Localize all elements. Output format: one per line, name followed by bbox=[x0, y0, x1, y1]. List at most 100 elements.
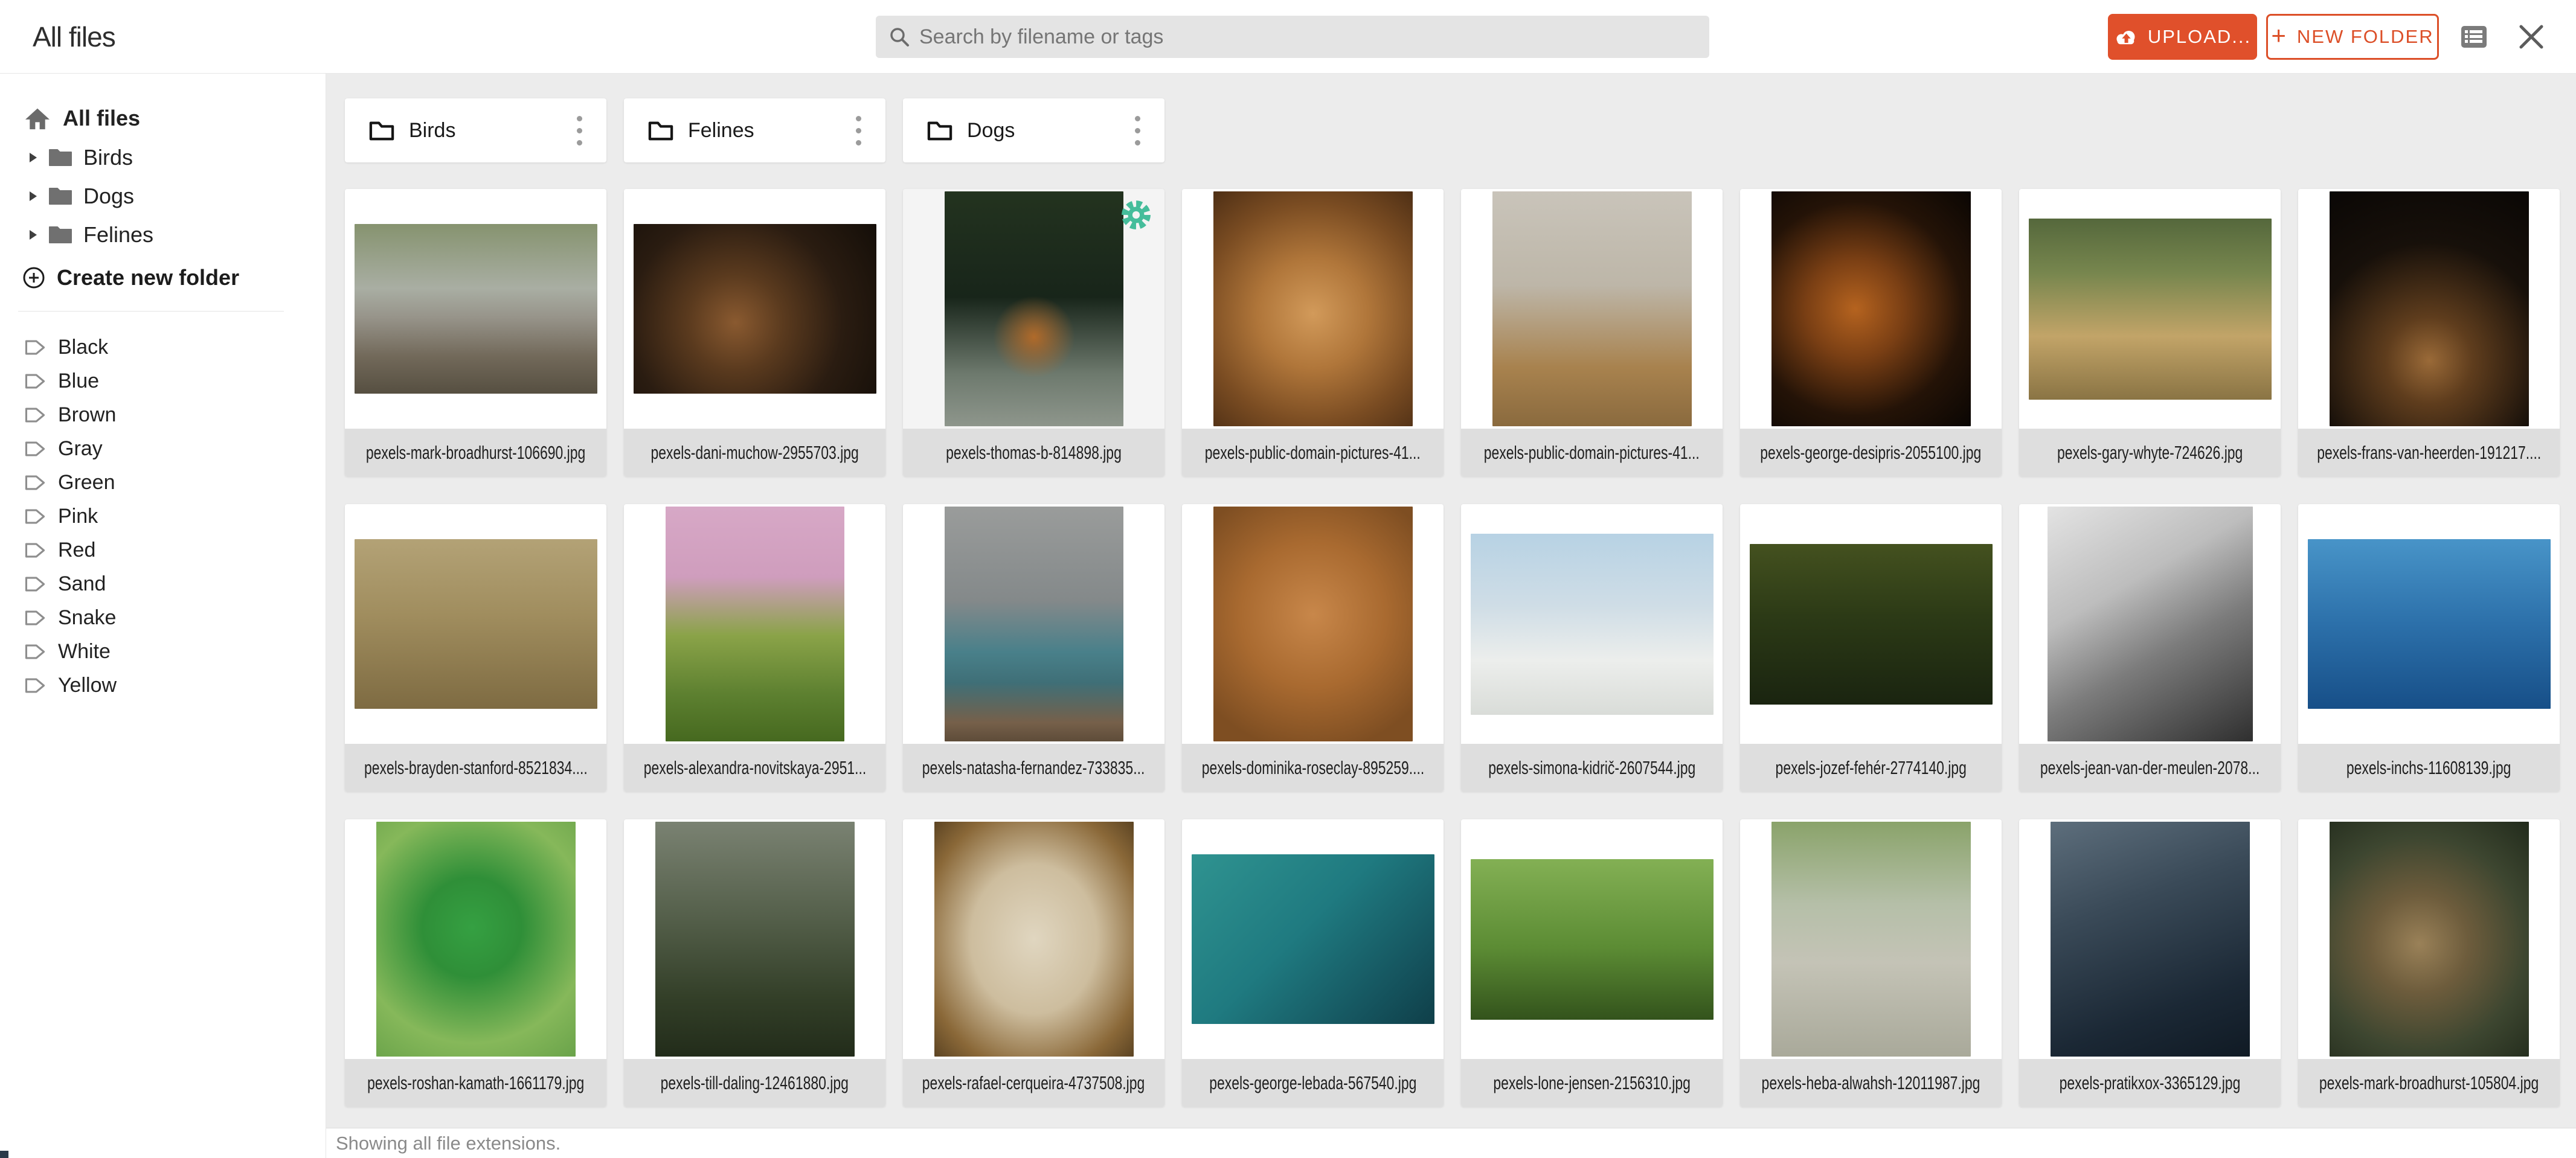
file-name: pexels-alexandra-novitskaya-2951... bbox=[624, 744, 885, 792]
file-card[interactable]: pexels-brayden-stanford-8521834.... bbox=[345, 504, 606, 792]
file-thumbnail bbox=[1740, 504, 2002, 744]
new-folder-button[interactable]: + NEW FOLDER bbox=[2266, 14, 2439, 60]
caret-right-icon[interactable] bbox=[29, 152, 37, 163]
kebab-menu-icon[interactable] bbox=[1129, 110, 1146, 152]
file-thumbnail bbox=[345, 819, 606, 1059]
plus-icon: + bbox=[2271, 23, 2287, 48]
file-name: pexels-frans-van-heerden-191217.... bbox=[2298, 429, 2560, 476]
file-name: pexels-mark-broadhurst-105804.jpg bbox=[2298, 1059, 2560, 1107]
tag-icon bbox=[24, 576, 46, 592]
tag-item-snake[interactable]: Snake bbox=[0, 601, 326, 635]
file-card[interactable]: pexels-till-daling-12461880.jpg bbox=[624, 819, 885, 1107]
file-card[interactable]: pexels-alexandra-novitskaya-2951... bbox=[624, 504, 885, 792]
tag-item-green[interactable]: Green bbox=[0, 465, 326, 499]
create-folder-label: Create new folder bbox=[57, 265, 239, 290]
tag-item-sand[interactable]: Sand bbox=[0, 567, 326, 601]
file-card-processing[interactable]: pexels-thomas-b-814898.jpg bbox=[903, 189, 1164, 476]
tag-item-yellow[interactable]: Yellow bbox=[0, 668, 326, 702]
caret-right-icon[interactable] bbox=[29, 191, 37, 202]
list-view-toggle-icon[interactable] bbox=[2459, 24, 2488, 50]
folder-card-name: Felines bbox=[688, 119, 850, 142]
file-name: pexels-lone-jensen-2156310.jpg bbox=[1461, 1059, 1723, 1107]
tag-label: Sand bbox=[58, 572, 106, 596]
file-name: pexels-jozef-fehér-2774140.jpg bbox=[1740, 744, 2002, 792]
file-card[interactable]: pexels-simona-kidrič-2607544.jpg bbox=[1461, 504, 1723, 792]
file-card[interactable]: pexels-mark-broadhurst-105804.jpg bbox=[2298, 819, 2560, 1107]
file-name: pexels-roshan-kamath-1661179.jpg bbox=[345, 1059, 606, 1107]
file-card[interactable]: pexels-dani-muchow-2955703.jpg bbox=[624, 189, 885, 476]
file-card[interactable]: pexels-public-domain-pictures-41... bbox=[1182, 189, 1444, 476]
search-input[interactable] bbox=[919, 25, 1697, 49]
sidebar-root-label: All files bbox=[63, 106, 140, 131]
file-name: pexels-gary-whyte-724626.jpg bbox=[2019, 429, 2281, 476]
file-name: pexels-george-desipris-2055100.jpg bbox=[1740, 429, 2002, 476]
tag-item-blue[interactable]: Blue bbox=[0, 364, 326, 398]
file-card[interactable]: pexels-dominika-roseclay-895259.... bbox=[1182, 504, 1444, 792]
files-grid: pexels-mark-broadhurst-106690.jpg pexels… bbox=[345, 189, 2576, 1107]
tag-icon bbox=[24, 677, 46, 694]
tag-item-red[interactable]: Red bbox=[0, 533, 326, 567]
create-new-folder-button[interactable]: Create new folder bbox=[22, 264, 239, 291]
folder-cards-row: Birds Felines Dogs bbox=[345, 98, 2576, 162]
file-thumbnail bbox=[1740, 819, 2002, 1059]
file-thumbnail bbox=[2019, 819, 2281, 1059]
file-card[interactable]: pexels-roshan-kamath-1661179.jpg bbox=[345, 819, 606, 1107]
folder-card-birds[interactable]: Birds bbox=[345, 98, 606, 162]
tag-icon bbox=[24, 475, 46, 491]
sidebar-item-all-files[interactable]: All files bbox=[24, 105, 140, 132]
kebab-menu-icon[interactable] bbox=[850, 110, 867, 152]
folder-icon bbox=[368, 118, 396, 142]
file-browser-main: Birds Felines Dogs pexels-mark-broadhurs… bbox=[326, 74, 2576, 1128]
file-thumbnail bbox=[903, 504, 1164, 744]
upload-button[interactable]: UPLOAD... bbox=[2108, 14, 2257, 60]
file-card[interactable]: pexels-george-desipris-2055100.jpg bbox=[1740, 189, 2002, 476]
tag-item-gray[interactable]: Gray bbox=[0, 432, 326, 465]
tag-icon bbox=[24, 373, 46, 389]
tree-folder-label: Felines bbox=[83, 222, 153, 248]
folder-icon bbox=[48, 187, 72, 206]
file-thumbnail bbox=[2019, 189, 2281, 429]
caret-right-icon[interactable] bbox=[29, 229, 37, 240]
file-card[interactable]: pexels-inchs-11608139.jpg bbox=[2298, 504, 2560, 792]
file-card[interactable]: pexels-natasha-fernandez-733835... bbox=[903, 504, 1164, 792]
file-card[interactable]: pexels-jean-van-der-meulen-2078... bbox=[2019, 504, 2281, 792]
file-card[interactable]: pexels-george-lebada-567540.jpg bbox=[1182, 819, 1444, 1107]
file-name: pexels-dominika-roseclay-895259.... bbox=[1182, 744, 1444, 792]
tag-label: Black bbox=[58, 336, 108, 359]
tree-folder-label: Dogs bbox=[83, 184, 134, 209]
file-card[interactable]: pexels-public-domain-pictures-41... bbox=[1461, 189, 1723, 476]
file-thumbnail bbox=[624, 504, 885, 744]
sidebar-item-dogs[interactable]: Dogs bbox=[0, 177, 326, 216]
sidebar-item-felines[interactable]: Felines bbox=[0, 216, 326, 254]
file-thumbnail bbox=[2298, 819, 2560, 1059]
file-card[interactable]: pexels-lone-jensen-2156310.jpg bbox=[1461, 819, 1723, 1107]
folder-card-dogs[interactable]: Dogs bbox=[903, 98, 1164, 162]
file-card[interactable]: pexels-rafael-cerqueira-4737508.jpg bbox=[903, 819, 1164, 1107]
file-card[interactable]: pexels-heba-alwahsh-12011987.jpg bbox=[1740, 819, 2002, 1107]
close-icon[interactable] bbox=[2517, 23, 2545, 51]
file-card[interactable]: pexels-pratikxox-3365129.jpg bbox=[2019, 819, 2281, 1107]
file-card[interactable]: pexels-jozef-fehér-2774140.jpg bbox=[1740, 504, 2002, 792]
file-card[interactable]: pexels-mark-broadhurst-106690.jpg bbox=[345, 189, 606, 476]
file-thumbnail bbox=[1740, 189, 2002, 429]
tag-icon bbox=[24, 407, 46, 423]
tag-item-black[interactable]: Black bbox=[0, 330, 326, 364]
tag-item-white[interactable]: White bbox=[0, 635, 326, 668]
tag-item-pink[interactable]: Pink bbox=[0, 499, 326, 533]
tag-label: Red bbox=[58, 539, 95, 562]
file-name: pexels-thomas-b-814898.jpg bbox=[903, 429, 1164, 476]
corner-artifact bbox=[0, 1151, 8, 1158]
file-card[interactable]: pexels-gary-whyte-724626.jpg bbox=[2019, 189, 2281, 476]
kebab-menu-icon[interactable] bbox=[571, 110, 588, 152]
file-card[interactable]: pexels-frans-van-heerden-191217.... bbox=[2298, 189, 2560, 476]
sidebar-item-birds[interactable]: Birds bbox=[0, 138, 326, 177]
tag-item-brown[interactable]: Brown bbox=[0, 398, 326, 432]
tag-icon bbox=[24, 339, 46, 356]
file-thumbnail bbox=[1182, 504, 1444, 744]
folder-card-felines[interactable]: Felines bbox=[624, 98, 885, 162]
file-name: pexels-mark-broadhurst-106690.jpg bbox=[345, 429, 606, 476]
file-name: pexels-pratikxox-3365129.jpg bbox=[2019, 1059, 2281, 1107]
tag-icon bbox=[24, 542, 46, 558]
sidebar: All files Birds Dogs Felines bbox=[0, 74, 326, 1158]
tag-icon bbox=[24, 441, 46, 457]
